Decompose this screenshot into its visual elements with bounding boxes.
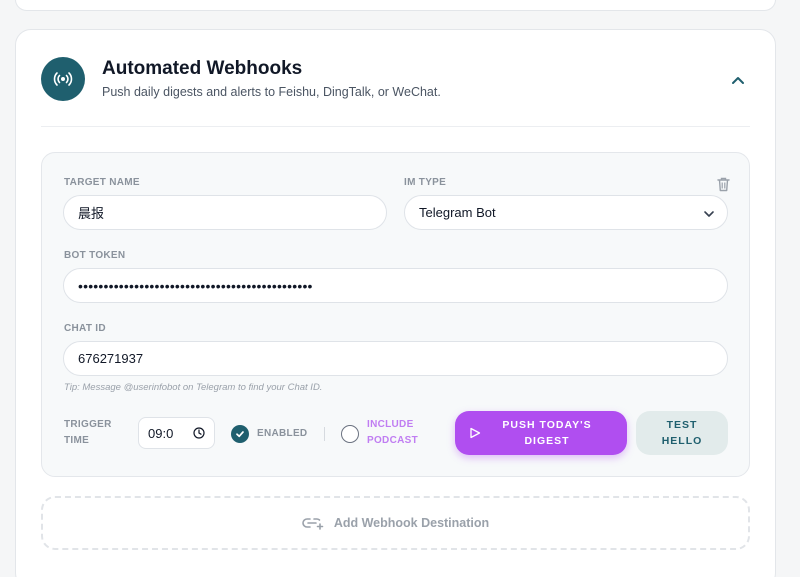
push-todays-digest-button[interactable]: PUSH TODAY'S DIGEST (455, 411, 627, 455)
previous-card (15, 0, 776, 11)
im-type-label: IM TYPE (404, 177, 447, 188)
link-add-icon (302, 518, 324, 530)
send-icon (470, 427, 481, 439)
chat-id-input[interactable]: 676271937 (63, 341, 728, 376)
trigger-time-label: TRIGGER TIME (64, 419, 112, 446)
chat-id-label: CHAT ID (64, 323, 106, 334)
trigger-time-input[interactable]: 09:0 (138, 417, 215, 449)
webhook-destination-panel: TARGET NAME 晨报 IM TYPE Telegram Bot BOT … (41, 152, 750, 477)
test-hello-button[interactable]: TEST HELLO (636, 411, 728, 455)
include-podcast-checkbox[interactable] (341, 425, 359, 443)
chat-id-value: 676271937 (78, 351, 144, 366)
chat-id-tip: Tip: Message @userinfobot on Telegram to… (64, 382, 323, 393)
section-subtitle: Push daily digests and alerts to Feishu,… (102, 85, 441, 99)
im-type-value: Telegram Bot (419, 205, 496, 220)
divider (41, 126, 750, 127)
bot-token-input[interactable]: ••••••••••••••••••••••••••••••••••••••••… (63, 268, 728, 303)
trash-icon (716, 177, 730, 192)
collapse-button[interactable] (727, 70, 749, 92)
target-name-label: TARGET NAME (64, 177, 140, 188)
chevron-down-icon (704, 211, 714, 217)
automated-webhooks-card: Automated Webhooks Push daily digests an… (15, 29, 776, 577)
im-type-select[interactable]: Telegram Bot (404, 195, 728, 230)
add-webhook-label: Add Webhook Destination (333, 516, 490, 530)
bot-token-label: BOT TOKEN (64, 250, 126, 261)
bot-token-value: ••••••••••••••••••••••••••••••••••••••••… (78, 277, 313, 294)
test-button-label: TEST HELLO (661, 419, 703, 447)
trigger-time-value: 09:0 (148, 425, 174, 441)
add-webhook-destination-button[interactable]: Add Webhook Destination (41, 496, 750, 550)
target-name-input[interactable]: 晨报 (63, 195, 387, 230)
push-button-label: PUSH TODAY'S DIGEST (502, 419, 592, 447)
include-podcast-label: INCLUDE PODCAST (367, 419, 418, 446)
enabled-label: ENABLED (257, 428, 308, 439)
target-name-value: 晨报 (78, 206, 105, 221)
section-title: Automated Webhooks (102, 58, 303, 79)
delete-button[interactable] (714, 175, 732, 193)
separator (324, 427, 325, 441)
broadcast-icon (41, 57, 85, 101)
chevron-up-icon (732, 77, 744, 84)
clock-icon (193, 427, 205, 439)
check-icon (236, 431, 244, 438)
enabled-checkbox[interactable] (231, 425, 249, 443)
